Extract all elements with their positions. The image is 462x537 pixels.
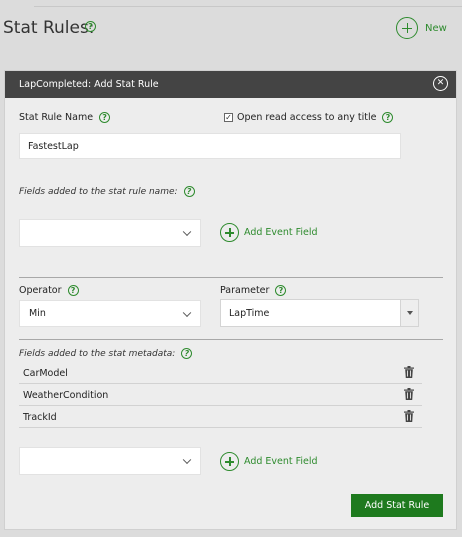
stat-rule-name-input[interactable]: FastestLap [19,133,401,159]
add-circle-icon [220,452,239,471]
parameter-value: LapTime [229,307,270,319]
stat-rule-name-value: FastestLap [28,140,79,152]
parameter-label-text: Parameter [220,285,270,296]
parameter-combobox[interactable]: LapTime [220,299,419,327]
stat-rule-name-label-text: Stat Rule Name [19,112,94,123]
metadata-field-name: CarModel [23,368,68,379]
new-button-label: New [425,22,447,34]
dialog-title: LapCompleted: Add Stat Rule [19,79,159,90]
metadata-field-name: TrackId [23,412,57,423]
metadata-field-name: WeatherCondition [23,390,109,401]
operator-value: Min [29,308,46,319]
metadata-field-select[interactable] [19,447,201,475]
new-button[interactable]: New [396,17,447,39]
add-stat-rule-button[interactable]: Add Stat Rule [351,494,443,517]
list-item: WeatherCondition [19,384,422,406]
help-icon[interactable]: ? [183,186,195,197]
help-icon[interactable]: ? [67,285,79,296]
add-event-field-label: Add Event Field [244,456,318,467]
trash-icon[interactable] [404,388,414,400]
trash-icon[interactable] [404,410,414,422]
open-access-label: Open read access to any title [237,112,377,123]
add-name-event-field-button[interactable]: Add Event Field [220,223,318,242]
parameter-label: Parameter? [220,285,287,296]
help-icon[interactable]: ? [99,112,111,123]
add-circle-icon [220,223,239,242]
metadata-fields-label: Fields added to the stat metadata:? [19,348,193,359]
dropdown-arrow-icon[interactable] [400,300,418,326]
help-icon[interactable]: ? [181,348,193,359]
name-fields-label-text: Fields added to the stat rule name: [19,187,178,197]
chevron-down-icon [182,227,192,237]
name-fields-label: Fields added to the stat rule name:? [19,186,195,197]
section-divider [19,277,443,278]
add-circle-icon [396,17,418,39]
dialog-header: LapCompleted: Add Stat Rule ✕ [5,71,456,98]
operator-label-text: Operator [19,285,62,296]
operator-label: Operator? [19,285,79,296]
add-stat-rule-dialog: LapCompleted: Add Stat Rule ✕ Stat Rule … [4,70,457,530]
help-icon[interactable]: ? [275,285,287,296]
metadata-field-list: CarModel WeatherCondition TrackId [19,362,422,428]
close-icon[interactable]: ✕ [433,76,448,91]
metadata-fields-label-text: Fields added to the stat metadata: [19,349,176,359]
stat-rule-name-label: Stat Rule Name? [19,112,111,123]
open-access-option[interactable]: ✓ Open read access to any title? [224,112,394,123]
section-divider [19,339,443,340]
add-metadata-event-field-button[interactable]: Add Event Field [220,452,318,471]
page-title-text: Stat Rules: [3,18,95,38]
list-item: TrackId [19,406,422,428]
add-event-field-label: Add Event Field [244,227,318,238]
chevron-down-icon [182,308,192,317]
help-icon[interactable]: ? [382,112,394,123]
list-item: CarModel [19,362,422,384]
open-access-checkbox[interactable]: ✓ [224,113,233,122]
chevron-down-icon [182,455,192,465]
trash-icon[interactable] [404,366,414,378]
page-title: Stat Rules: ? [3,18,96,38]
page-header: Stat Rules: ? New [0,0,462,62]
help-icon[interactable]: ? [85,21,96,32]
operator-select[interactable]: Min [19,300,201,327]
name-field-select[interactable] [19,219,201,247]
